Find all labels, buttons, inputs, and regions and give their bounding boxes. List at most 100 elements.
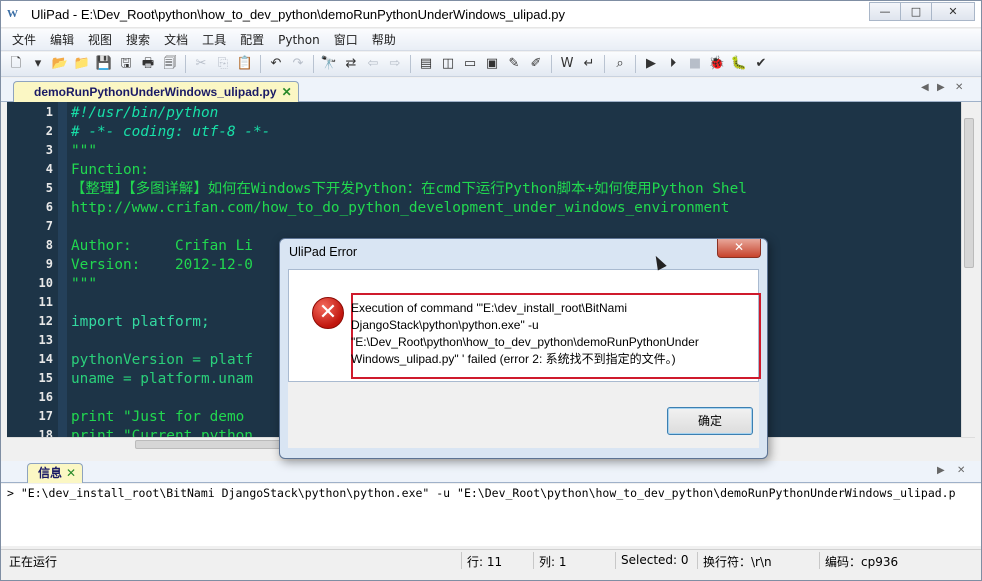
line-number: 6 (45, 200, 53, 214)
tab-close-icon[interactable]: ✕ (66, 466, 76, 480)
panel-icon[interactable]: ▭ (461, 55, 479, 73)
layout-icon[interactable]: ◫ (439, 55, 457, 73)
status-eol: 换行符：\r\n (703, 555, 772, 569)
print-icon[interactable]: 🖶 (139, 55, 157, 73)
menu-bar: 文件 编辑 视图 搜索 文档 工具 配置 Python 窗口 帮助 (1, 29, 981, 51)
wrap-icon[interactable]: W (558, 55, 576, 73)
error-message-line: Execution of command '"E:\dev_install_ro… (351, 301, 628, 315)
open-icon[interactable]: 📁 (73, 55, 91, 73)
line-number: 8 (45, 238, 53, 252)
line-number: 9 (45, 257, 53, 271)
paste-icon[interactable]: 📋 (236, 55, 254, 73)
new-file-icon[interactable]: 🗋 (7, 55, 25, 73)
line-number: 10 (38, 276, 53, 290)
copy-icon[interactable]: ⎘ (214, 55, 232, 73)
code-line: """ (71, 276, 97, 292)
fold-margin[interactable] (58, 102, 67, 437)
stop-icon[interactable]: ■ (686, 55, 704, 73)
window-title: UliPad - E:\Dev_Root\python\how_to_dev_p… (31, 6, 566, 22)
menu-file[interactable]: 文件 (5, 31, 43, 48)
tab-close-all-icon[interactable]: ✕ (955, 82, 963, 93)
tab-label: demoRunPythonUnderWindows_ulipad.py (34, 85, 277, 99)
error-icon: ✕ (312, 297, 344, 329)
code-line: """ (71, 143, 97, 159)
tab-close-icon[interactable]: ✕ (282, 85, 292, 99)
line-number: 3 (45, 143, 53, 157)
code-line: print "Just for demo (71, 409, 253, 425)
python-shell-icon[interactable]: ▣ (483, 55, 501, 73)
replace-icon[interactable]: ⇄ (342, 55, 360, 73)
forward-icon[interactable]: ⇨ (386, 55, 404, 73)
menu-python[interactable]: Python (271, 33, 327, 47)
dialog-title: UliPad Error (289, 245, 358, 259)
toolbar-separator (260, 55, 261, 73)
maximize-button[interactable]: □ (900, 2, 932, 21)
menu-tools[interactable]: 工具 (195, 31, 233, 48)
scrollbar-thumb[interactable] (135, 440, 295, 449)
error-message-line: Windows_ulipad.py" ' failed (error 2: 系统… (351, 352, 676, 366)
line-number: 12 (38, 314, 53, 328)
menu-edit[interactable]: 编辑 (43, 31, 81, 48)
status-bar: 正在运行 行: 11 列: 1 Selected: 0 换行符：\r\n 编码：… (1, 549, 981, 571)
menu-view[interactable]: 视图 (81, 31, 119, 48)
toolbar-separator (635, 55, 636, 73)
run-args-icon[interactable]: ⏵ (664, 55, 682, 73)
line-number: 2 (45, 124, 53, 138)
code-line: Function: (71, 162, 149, 178)
code-line: print "Current python (71, 428, 253, 437)
status-state: 正在运行 (9, 555, 58, 569)
code-line: # -*- coding: utf-8 -*- (71, 124, 271, 140)
scrollbar-thumb[interactable] (964, 118, 974, 268)
debug2-icon[interactable]: 🐛 (730, 55, 748, 73)
new-dropdown-icon[interactable]: ▾ (29, 55, 47, 73)
editor-vertical-scrollbar[interactable] (961, 102, 975, 437)
menu-config[interactable]: 配置 (233, 31, 271, 48)
debug-icon[interactable]: 🐞 (708, 55, 726, 73)
search-doc-icon[interactable]: ⌕ (611, 55, 629, 73)
status-separator (819, 552, 820, 569)
tab-demo-file[interactable]: demoRunPythonUnderWindows_ulipad.py ✕ (13, 81, 299, 102)
ok-button[interactable]: 确定 (667, 407, 753, 435)
menu-search[interactable]: 搜索 (119, 31, 157, 48)
tab-close-all-icon[interactable]: ✕ (957, 465, 965, 476)
goto-icon[interactable]: ↵ (580, 55, 598, 73)
line-number: 15 (38, 371, 53, 385)
cut-icon[interactable]: ✂ (192, 55, 210, 73)
minimize-button[interactable]: — (869, 2, 901, 21)
tab-scroll-right-icon[interactable]: ▶ (937, 465, 945, 476)
line-number-gutter: 1 2 3 4 5 6 7 8 9 10 11 12 13 14 15 16 1… (7, 102, 57, 437)
toolbar-separator (185, 55, 186, 73)
error-message: Execution of command '"E:\dev_install_ro… (351, 300, 741, 368)
dialog-close-button[interactable]: ✕ (717, 239, 761, 258)
tab-info[interactable]: 信息 ✕ (27, 463, 84, 483)
save-icon[interactable]: 💾 (95, 55, 113, 73)
line-number: 13 (38, 333, 53, 347)
run-icon[interactable]: ▶ (642, 55, 660, 73)
info-output[interactable]: > "E:\dev_install_root\BitNami DjangoSta… (1, 484, 981, 546)
status-col: 列: 1 (539, 555, 567, 569)
status-separator (697, 552, 698, 569)
status-row: 行: 11 (467, 555, 503, 569)
line-number: 1 (45, 105, 53, 119)
close-window-button[interactable]: ✕ (931, 2, 975, 21)
check-icon[interactable]: ✔ (752, 55, 770, 73)
pencil-icon[interactable]: ✐ (527, 55, 545, 73)
code-line: pythonVersion = platf (71, 352, 253, 368)
menu-window[interactable]: 窗口 (327, 31, 365, 48)
back-icon[interactable]: ⇦ (364, 55, 382, 73)
redo-icon[interactable]: ↷ (289, 55, 307, 73)
properties-icon[interactable]: ▤ (417, 55, 435, 73)
code-line: Version: 2012-12-0 (71, 257, 253, 273)
snippet-icon[interactable]: ✎ (505, 55, 523, 73)
save-all-icon[interactable]: 🖫 (117, 55, 135, 73)
undo-icon[interactable]: ↶ (267, 55, 285, 73)
open-folder-icon[interactable]: 📂 (51, 55, 69, 73)
find-icon[interactable]: 🔭 (320, 55, 338, 73)
tab-scroll-right-icon[interactable]: ▶ (937, 82, 945, 93)
menu-document[interactable]: 文档 (157, 31, 195, 48)
tab-scroll-left-icon[interactable]: ◀ (921, 82, 929, 93)
menu-help[interactable]: 帮助 (365, 31, 403, 48)
line-number: 11 (38, 295, 53, 309)
line-number: 17 (38, 409, 53, 423)
print-preview-icon[interactable]: 🗐 (161, 55, 179, 73)
